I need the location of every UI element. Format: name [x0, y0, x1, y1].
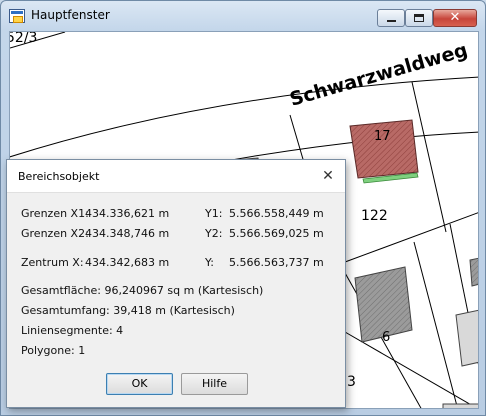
help-button[interactable]: Hilfe [181, 373, 248, 395]
window-title: Hauptfenster [31, 8, 110, 22]
building-17-label: 17 [374, 129, 391, 144]
street-label: Schwarzwaldweg [287, 39, 470, 111]
total-perimeter-text: Gesamtumfang: 39,418 m (Kartesisch) [21, 304, 235, 317]
line-segments-text: Liniensegmente: 4 [21, 324, 124, 337]
parcel-label-122: 122 [361, 208, 388, 224]
y2-label: Y2: [205, 227, 223, 240]
ok-button[interactable]: OK [106, 373, 173, 395]
grenzen-x2-label: Grenzen X2: [21, 227, 89, 240]
app-icon [9, 9, 25, 23]
building [455, 309, 478, 367]
close-icon: ✕ [449, 10, 461, 25]
building [469, 257, 478, 287]
y1-label: Y1: [205, 207, 223, 220]
dialog-close-icon[interactable]: ✕ [317, 166, 339, 186]
zentrum-x-label: Zentrum X: [21, 256, 84, 269]
parcel-line [411, 81, 447, 233]
minimize-icon [387, 20, 396, 22]
y2-value: 5.566.569,025 m [229, 227, 324, 240]
polygons-text: Polygone: 1 [21, 344, 86, 357]
minimize-button[interactable] [377, 9, 405, 27]
area-object-dialog: Bereichsobjekt ✕ Grenzen X1: 434.336,621… [6, 159, 346, 408]
total-area-text: Gesamtfläche: 96,240967 sq m (Kartesisch… [21, 284, 264, 297]
grenzen-x1-label: Grenzen X1: [21, 207, 89, 220]
building-6-label: 6 [382, 330, 390, 345]
building [442, 403, 478, 408]
parcel-line [413, 241, 458, 408]
maximize-icon [414, 14, 424, 22]
zentrum-x-value: 434.342,683 m [85, 256, 170, 269]
dialog-title-bar[interactable]: Bereichsobjekt ✕ [7, 160, 345, 193]
zentrum-y-label: Y: [205, 256, 214, 269]
y1-value: 5.566.558,449 m [229, 207, 324, 220]
zentrum-y-value: 5.566.563,737 m [229, 256, 324, 269]
grenzen-x1-value: 434.336,621 m [85, 207, 170, 220]
parcel-label-partial: 3 [347, 374, 356, 390]
maximize-button[interactable] [405, 9, 433, 27]
title-bar[interactable]: Hauptfenster ✕ [1, 1, 485, 31]
parcel-label-52-3: 52/3 [10, 32, 37, 46]
grenzen-x2-value: 434.348,746 m [85, 227, 170, 240]
dialog-title: Bereichsobjekt [18, 170, 100, 183]
close-button[interactable]: ✕ [433, 9, 477, 27]
